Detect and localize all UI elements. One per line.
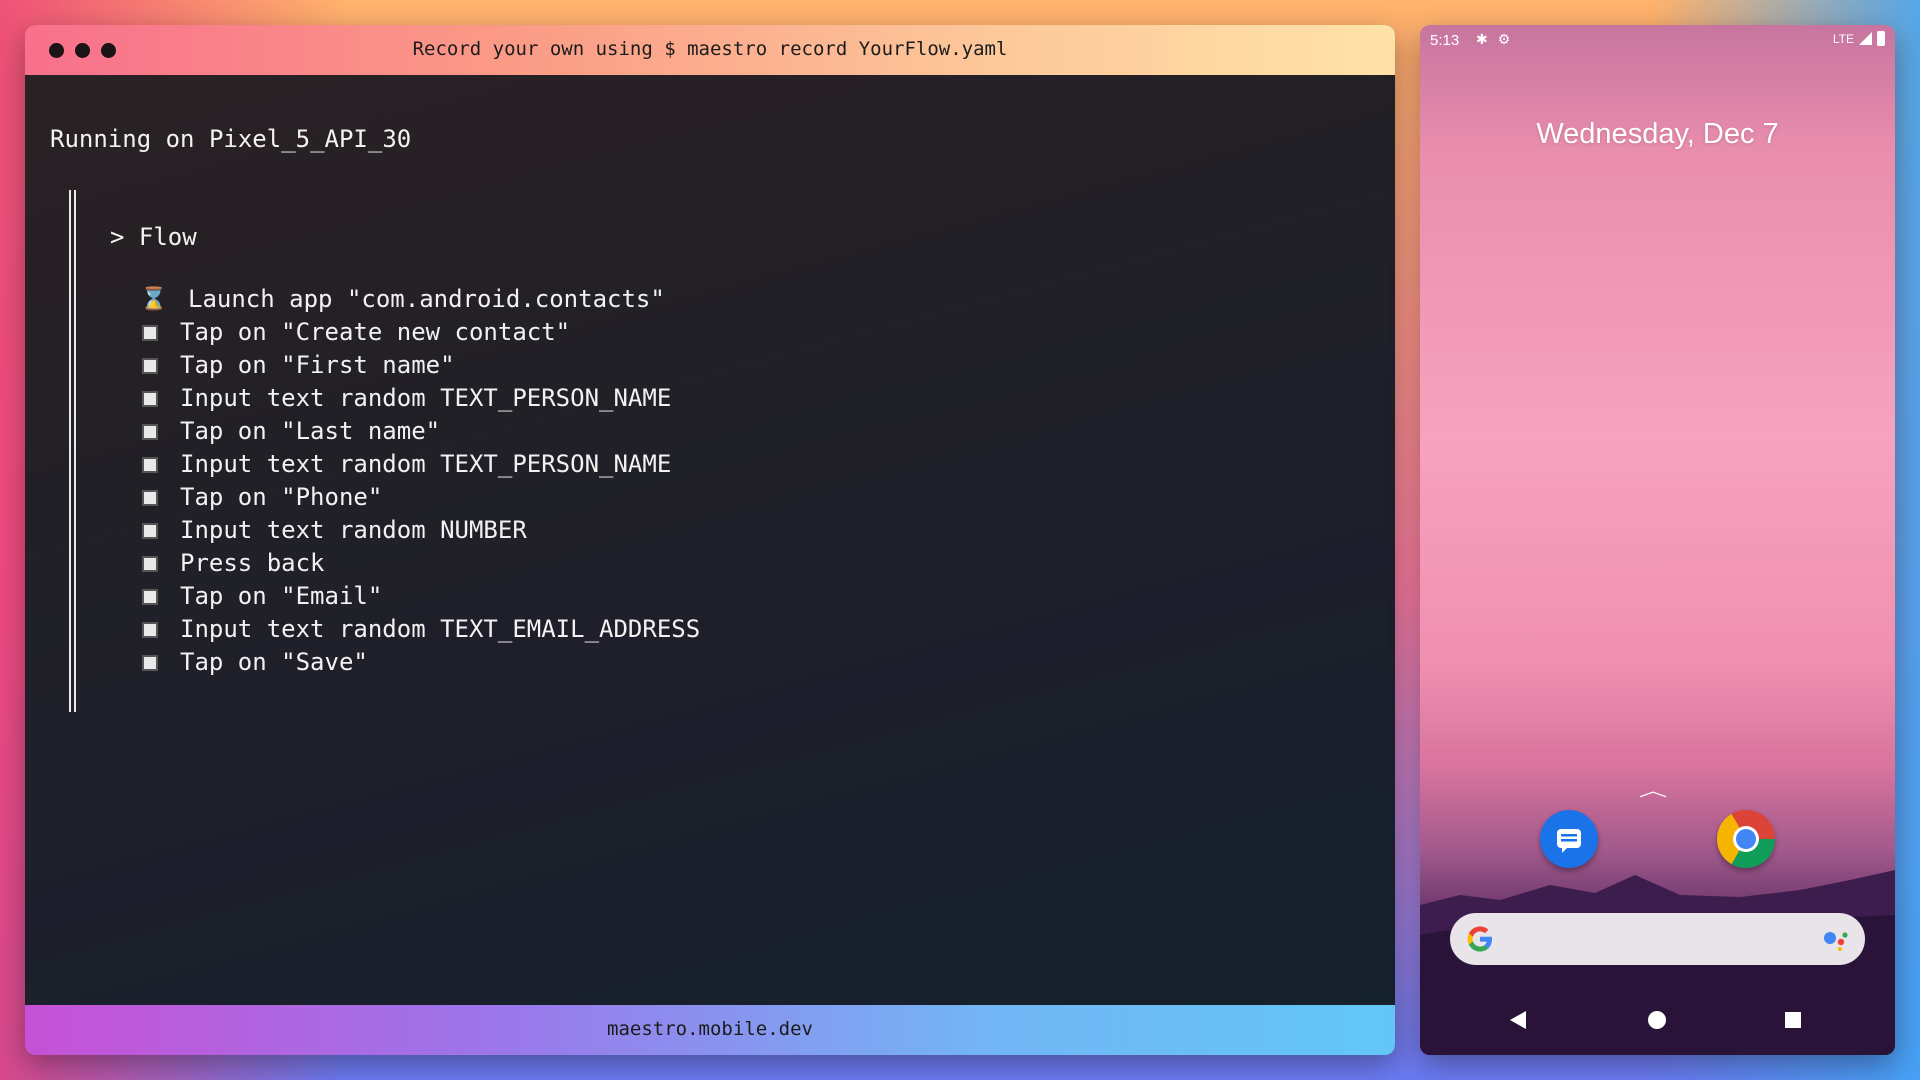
footer-link[interactable]: maestro.mobile.dev [25,1018,1395,1040]
terminal-window: Record your own using $ maestro record Y… [25,25,1395,1055]
terminal-footer: maestro.mobile.dev [25,1005,1395,1055]
home-date[interactable]: Wednesday, Dec 7 [1420,118,1895,151]
terminal-title: Record your own using $ maestro record Y… [412,38,1008,60]
chrome-icon[interactable] [1717,810,1775,868]
flow-step: Press back [140,547,700,580]
pending-checkbox-icon [142,489,158,506]
network-type: LTE [1832,31,1854,46]
pending-checkbox-icon [142,621,158,638]
status-time: 5:13 [1430,32,1460,49]
flow-step: Tap on "Last name" [140,415,700,448]
flow-step: Tap on "First name" [140,349,700,382]
pending-checkbox-icon [142,654,158,671]
flow-step-label: Tap on "Create new contact" [180,318,571,346]
flow-step: ⌛ Launch app "com.android.contacts" [140,283,700,316]
signal-icon [1859,32,1872,45]
navigation-bar [1420,985,1895,1055]
android-emulator-screen: 5:13 ✱ ⚙ LTE Wednesday, Dec 7 ︿ [1420,25,1895,1055]
flow-step-label: Press back [180,549,325,577]
pending-checkbox-icon [142,423,158,440]
flow-step-label: Launch app "com.android.contacts" [188,285,665,313]
pending-checkbox-icon [142,522,158,539]
terminal-output: Running on Pixel_5_API_30 > Flow ⌛ Launch… [25,75,1395,1005]
flow-step-label: Input text random NUMBER [180,516,527,544]
flow-step-label: Tap on "Save" [180,648,368,676]
status-bar: 5:13 ✱ ⚙ LTE [1420,25,1895,57]
flow-step-list: ⌛ Launch app "com.android.contacts" Tap on… [140,283,700,679]
flow-step: Tap on "Save" [140,646,700,679]
flow-step-label: Input text random TEXT_EMAIL_ADDRESS [180,615,701,643]
flow-step: Input text random NUMBER [140,514,700,547]
messages-icon[interactable] [1540,810,1598,868]
pending-checkbox-icon [142,456,158,473]
running-device-line: Running on Pixel_5_API_30 [50,125,412,153]
flow-step: Tap on "Phone" [140,481,700,514]
flow-step-label: Tap on "First name" [180,351,455,379]
terminal-titlebar: Record your own using $ maestro record Y… [25,25,1395,75]
pending-checkbox-icon [142,555,158,572]
flow-gutter [69,190,76,712]
pending-checkbox-icon [142,588,158,605]
google-search-bar[interactable] [1450,913,1865,965]
flow-step: Input text random TEXT_PERSON_NAME [140,448,700,481]
flow-step: Input text random TEXT_EMAIL_ADDRESS [140,613,700,646]
hourglass-icon: ⌛ [140,287,168,312]
settings-icon: ⚙ [1497,31,1511,47]
debug-icon: ✱ [1476,31,1488,47]
flow-step-label: Tap on "Last name" [180,417,441,445]
swipe-up-chevron-icon[interactable]: ︿ [1639,777,1668,801]
pending-checkbox-icon [142,324,158,341]
flow-step: Input text random TEXT_PERSON_NAME [140,382,700,415]
pending-checkbox-icon [142,390,158,407]
flow-step-label: Tap on "Email" [180,582,383,610]
back-icon[interactable] [1510,1011,1526,1029]
recents-icon[interactable] [1785,1012,1801,1028]
google-assistant-icon[interactable] [1821,929,1851,951]
battery-icon [1877,31,1885,46]
flow-step: Tap on "Email" [140,580,700,613]
google-logo-icon [1467,926,1492,952]
flow-step: Tap on "Create new contact" [140,316,700,349]
pending-checkbox-icon [142,357,158,374]
flow-step-label: Input text random TEXT_PERSON_NAME [180,384,672,412]
home-icon[interactable] [1648,1011,1666,1029]
flow-step-label: Input text random TEXT_PERSON_NAME [180,450,672,478]
flow-header: > Flow [110,223,197,251]
flow-step-label: Tap on "Phone" [180,483,383,511]
